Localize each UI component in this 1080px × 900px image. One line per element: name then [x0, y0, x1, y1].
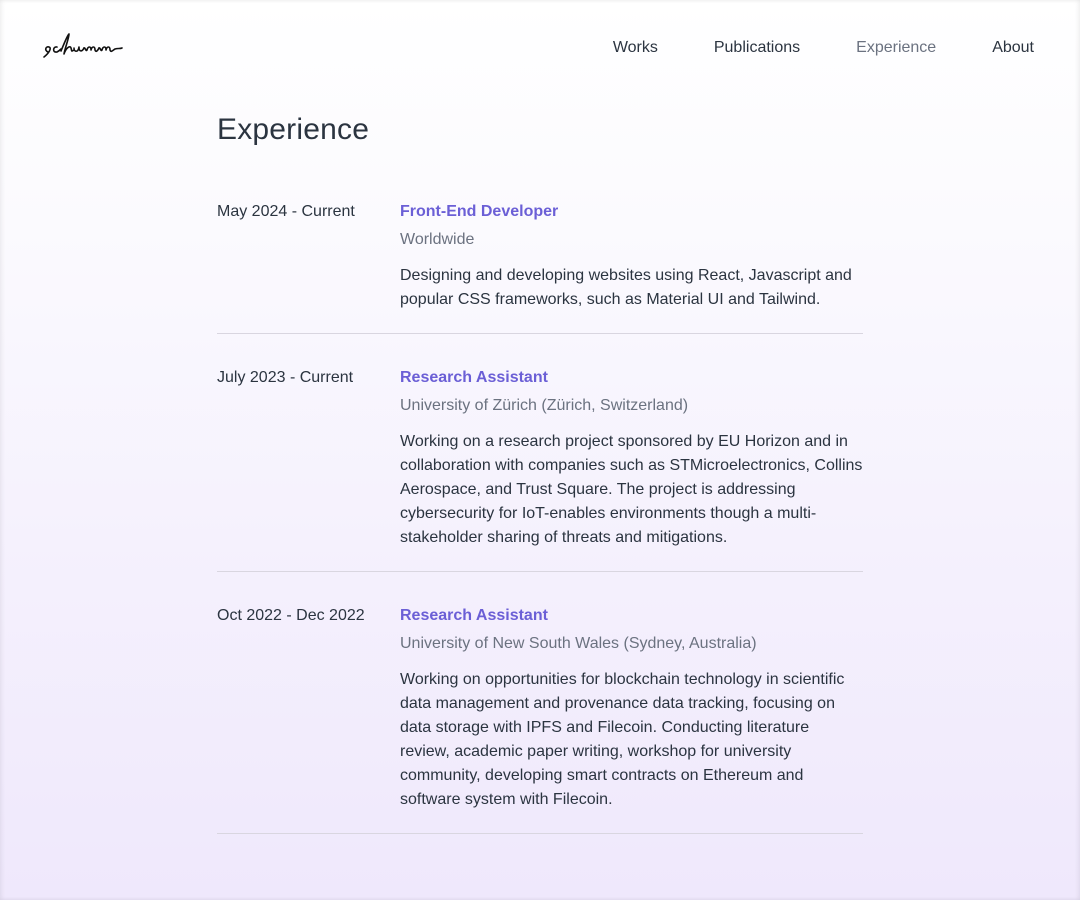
page-title: Experience	[217, 113, 370, 146]
experience-entry: May 2024 - Current Front-End Developer W…	[217, 200, 863, 334]
experience-date: Oct 2022 - Dec 2022	[217, 607, 365, 624]
experience-description: Working on opportunities for blockchain …	[400, 671, 845, 808]
nav-item-experience[interactable]: Experience	[856, 38, 936, 58]
experience-organization: University of Zürich (Zürich, Switzerlan…	[400, 397, 689, 414]
experience-detail: Front-End Developer Worldwide Designing …	[400, 200, 863, 312]
experience-date: July 2023 - Current	[217, 369, 354, 386]
experience-description: Working on a research project sponsored …	[400, 433, 863, 546]
experience-organization: University of New South Wales (Sydney, A…	[400, 635, 757, 652]
experience-role-link[interactable]: Research Assistant	[400, 604, 863, 628]
experience-list: May 2024 - Current Front-End Developer W…	[217, 200, 863, 834]
experience-detail: Research Assistant University of New Sou…	[400, 604, 863, 812]
experience-entry: Oct 2022 - Dec 2022 Research Assistant U…	[217, 604, 863, 834]
experience-date: May 2024 - Current	[217, 203, 355, 220]
experience-role-link[interactable]: Research Assistant	[400, 366, 863, 390]
experience-entry: July 2023 - Current Research Assistant U…	[217, 366, 863, 572]
experience-description: Designing and developing websites using …	[400, 267, 852, 308]
experience-role-link[interactable]: Front-End Developer	[400, 200, 863, 224]
experience-detail: Research Assistant University of Zürich …	[400, 366, 863, 550]
main-nav: Works Publications Experience About	[613, 38, 1034, 58]
logo-link[interactable]: schumm	[40, 30, 126, 64]
experience-organization: Worldwide	[400, 231, 475, 248]
signature-logo-icon	[43, 33, 123, 58]
nav-item-about[interactable]: About	[992, 38, 1034, 58]
nav-item-works[interactable]: Works	[613, 38, 658, 58]
main-content: Experience May 2024 - Current Front-End …	[217, 110, 863, 866]
nav-item-publications[interactable]: Publications	[714, 38, 800, 58]
site-header: schumm Works Publications Experience Abo…	[0, 0, 1080, 96]
